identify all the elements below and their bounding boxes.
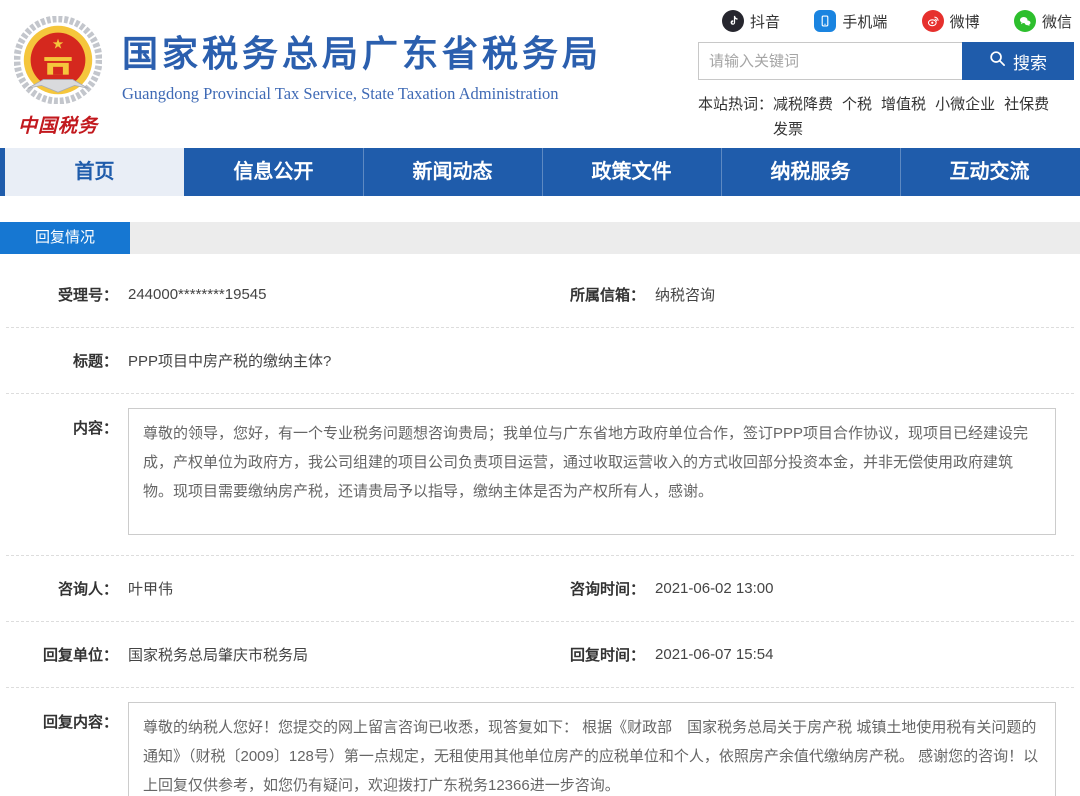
douyin-link[interactable]: 抖音 [722,10,780,32]
hotword-link[interactable]: 小微企业 [935,92,995,117]
search-button-label: 搜索 [1013,53,1047,73]
hotwords-label: 本站热词： [698,96,774,113]
reply-content-label: 回复内容： [42,714,118,731]
title-label: 标题： [72,353,118,370]
row-title: 标题： PPP项目中房产税的缴纳主体? [6,328,1074,394]
hotword-link[interactable]: 社保费 [1004,92,1049,117]
hotword-link[interactable]: 减税降费 [773,92,833,117]
search-bar: 搜索 [698,42,1074,80]
mobile-link[interactable]: 手机端 [814,10,887,32]
consult-time-value: 2021-06-02 13:00 [655,580,774,597]
nav-tab-info-disclosure[interactable]: 信息公开 [184,148,363,196]
reply-content-box: 尊敬的纳税人您好！您提交的网上留言咨询已收悉，现答复如下： 根据《财政部 国家税… [128,702,1056,796]
search-button[interactable]: 搜索 [962,42,1074,80]
nav-tab-tax-service[interactable]: 纳税服务 [721,148,900,196]
title-value: PPP项目中房产税的缴纳主体? [128,353,332,370]
mailbox-value: 纳税咨询 [655,287,716,304]
header-right: 抖音 手机端 微博 微信 请输入关键词 搜索 本站热词： 减税降费 个税 增值税… [698,0,1080,148]
mailbox-label: 所属信箱： [570,287,646,304]
page-subtitle: Guangdong Provincial Tax Service, State … [122,84,559,103]
tab-reply-status[interactable]: 回复情况 [0,222,130,254]
mobile-label: 手机端 [842,13,888,31]
row-accept-mailbox: 受理号： 244000********19545 所属信箱： 纳税咨询 [6,262,1074,328]
search-icon [989,50,1006,72]
reply-time-value: 2021-06-07 15:54 [655,646,774,663]
douyin-icon [722,10,744,32]
content-label: 内容： [72,420,118,437]
row-content: 内容： 尊敬的领导，您好，有一个专业税务问题想咨询贵局；我单位与广东省地方政府单… [6,394,1074,556]
wechat-icon [1013,10,1036,32]
weibo-link[interactable]: 微博 [921,10,980,32]
row-reply-unit: 回复单位： 国家税务总局肇庆市税务局 回复时间： 2021-06-07 15:5… [6,622,1074,688]
consult-time-label: 咨询时间： [570,581,646,598]
accept-no-value: 244000********19545 [128,286,267,303]
content-box: 尊敬的领导，您好，有一个专业税务问题想咨询贵局；我单位与广东省地方政府单位合作，… [128,408,1056,535]
nav-tab-policy[interactable]: 政策文件 [542,148,721,196]
weibo-label: 微博 [949,13,980,31]
reply-detail: 受理号： 244000********19545 所属信箱： 纳税咨询 标题： … [0,254,1080,796]
mobile-icon [814,10,837,32]
wechat-link[interactable]: 微信 [1013,10,1072,32]
douyin-label: 抖音 [750,13,781,31]
consultant-label: 咨询人： [57,581,118,598]
consultant-value: 叶甲伟 [128,581,174,598]
svg-text:★: ★ [52,36,64,51]
logo-text: 中国税务 [17,116,98,137]
main-nav: 首页 信息公开 新闻动态 政策文件 纳税服务 互动交流 [0,148,1080,196]
hotword-link[interactable]: 发票 [773,117,803,142]
weibo-icon [921,10,944,32]
nav-tab-news[interactable]: 新闻动态 [363,148,542,196]
reply-unit-value: 国家税务总局肇庆市税务局 [128,647,309,664]
reply-time-label: 回复时间： [570,647,646,664]
china-tax-emblem-icon: ★ [13,15,103,108]
site-header: ★ 中国税务 国家税务总局广东省税务局 Guangdong Provincial… [0,0,1080,148]
hotwords: 本站热词： 减税降费 个税 增值税 小微企业 社保费 发票 [698,92,1074,142]
hotword-link[interactable]: 个税 [842,92,872,117]
row-consultant: 咨询人： 叶甲伟 咨询时间： 2021-06-02 13:00 [6,556,1074,622]
nav-tab-home[interactable]: 首页 [5,148,184,196]
section-tab-bar: 回复情况 [0,222,1080,254]
social-links: 抖音 手机端 微博 微信 [698,8,1074,34]
site-logo[interactable]: ★ 中国税务 国家税务总局广东省税务局 Guangdong Provincial… [10,0,602,148]
accept-no-label: 受理号： [57,287,118,304]
nav-tab-interaction[interactable]: 互动交流 [900,148,1079,196]
page-title: 国家税务总局广东省税务局 [122,33,603,74]
wechat-label: 微信 [1041,13,1072,31]
hotword-link[interactable]: 增值税 [881,92,926,117]
reply-unit-label: 回复单位： [42,647,118,664]
search-input[interactable] [698,42,962,80]
row-reply-content: 回复内容： 尊敬的纳税人您好！您提交的网上留言咨询已收悉，现答复如下： 根据《财… [6,688,1074,796]
